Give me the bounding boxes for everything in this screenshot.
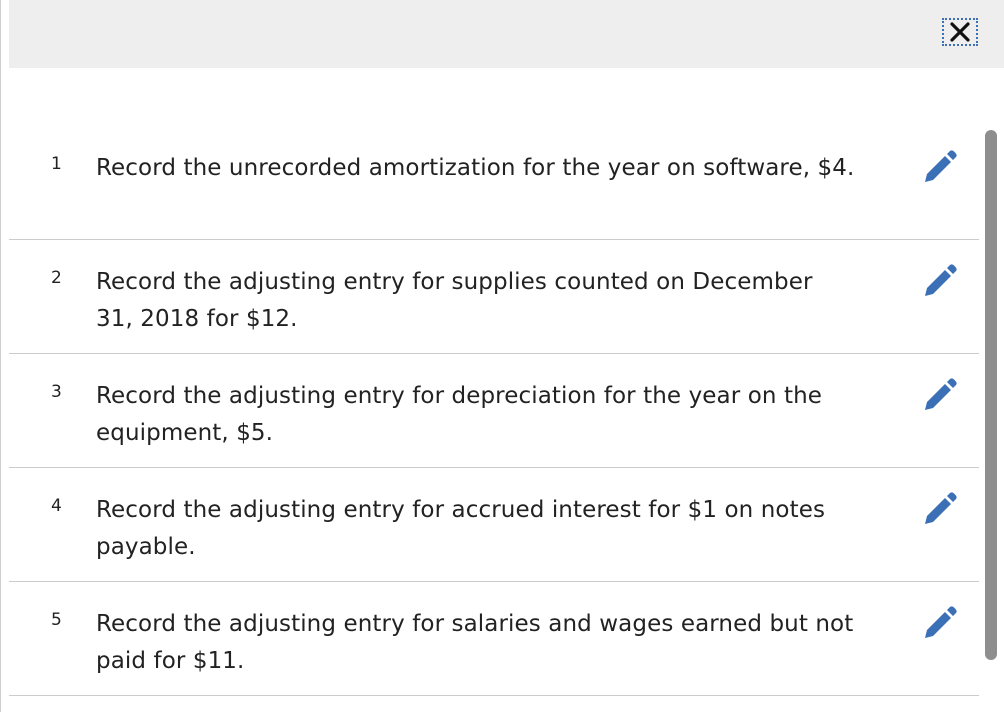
edit-entry-button[interactable]: [919, 150, 959, 186]
pencil-icon: [925, 150, 957, 182]
edit-entry-button[interactable]: [919, 492, 959, 528]
list-item: 1 Record the unrecorded amortization for…: [9, 126, 979, 240]
pencil-icon: [925, 264, 957, 296]
transaction-list: 1 Record the unrecorded amortization for…: [9, 126, 979, 696]
dialog-titlebar: [9, 0, 1004, 68]
list-item: 4 Record the adjusting entry for accrued…: [9, 468, 979, 582]
item-number: 5: [51, 610, 62, 630]
edit-entry-button[interactable]: [919, 378, 959, 414]
journal-entry-dialog: 1 Record the unrecorded amortization for…: [0, 0, 1004, 712]
scrollbar-thumb[interactable]: [985, 130, 997, 660]
pencil-icon: [925, 378, 957, 410]
item-number: 4: [51, 496, 62, 516]
item-description: Record the adjusting entry for depreciat…: [96, 383, 823, 446]
edit-entry-button[interactable]: [919, 606, 959, 642]
list-item: 3 Record the adjusting entry for depreci…: [9, 354, 979, 468]
pencil-icon: [925, 492, 957, 524]
item-description: Record the adjusting entry for salaries …: [96, 611, 854, 674]
list-item: 2 Record the adjusting entry for supplie…: [9, 240, 979, 354]
close-x-icon: [950, 22, 970, 42]
item-number: 1: [51, 154, 62, 174]
item-description: Record the adjusting entry for supplies …: [96, 269, 813, 332]
edit-entry-button[interactable]: [919, 264, 959, 300]
item-number: 2: [51, 268, 62, 288]
list-item: 5 Record the adjusting entry for salarie…: [9, 582, 979, 696]
pencil-icon: [925, 606, 957, 638]
item-number: 3: [51, 382, 62, 402]
item-description: Record the adjusting entry for accrued i…: [96, 497, 826, 560]
close-button[interactable]: [942, 18, 978, 46]
item-description: Record the unrecorded amortization for t…: [96, 155, 855, 181]
